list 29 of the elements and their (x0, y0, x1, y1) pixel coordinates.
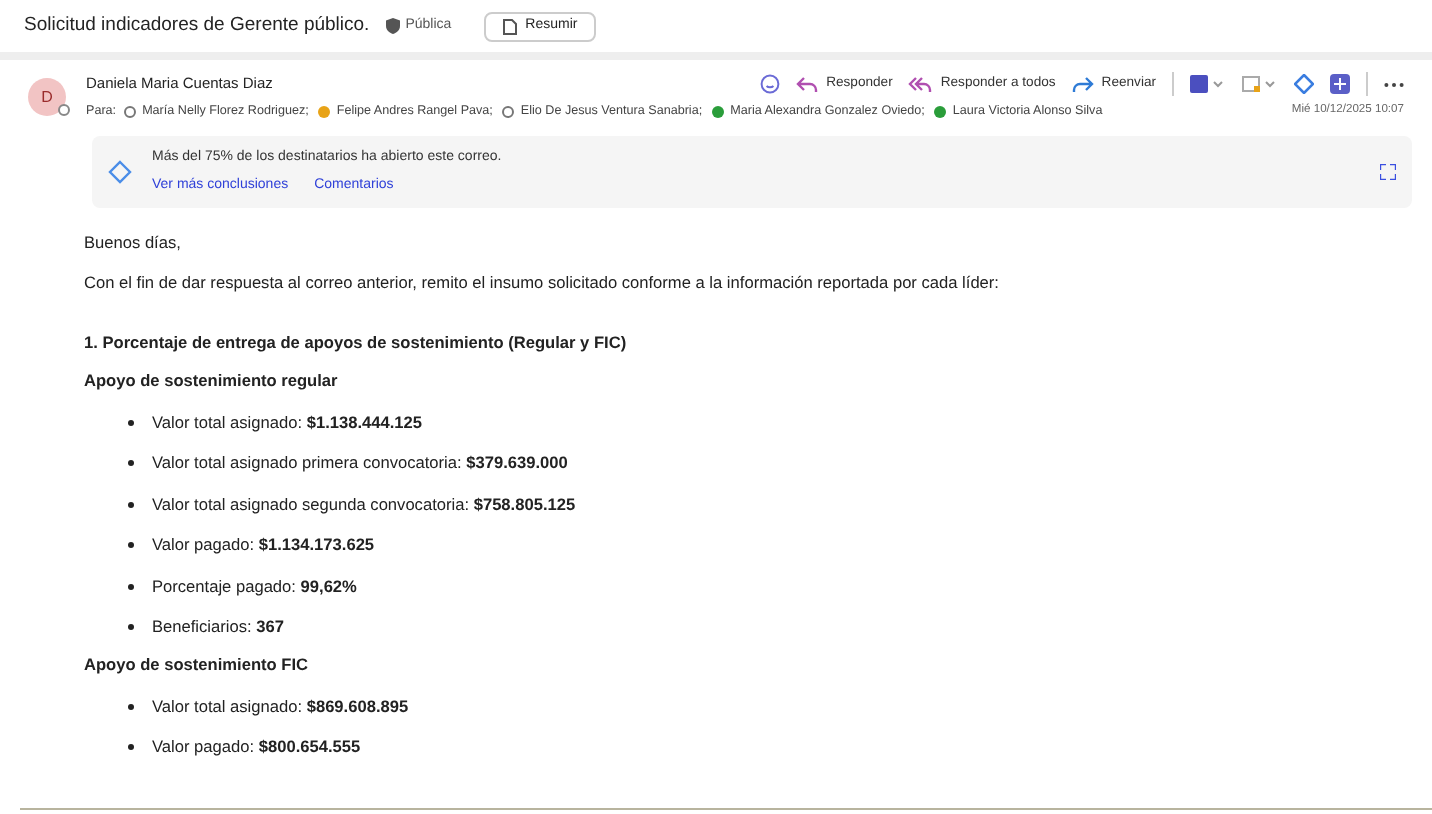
status-ring-icon (502, 105, 515, 118)
reply-all-icon (908, 75, 933, 93)
insights-icon[interactable] (1294, 74, 1314, 94)
subsection-heading: Apoyo de sostenimiento FIC (84, 654, 311, 677)
list-item-text: Valor total asignado: $1.138.444.125 (152, 411, 423, 434)
shield-icon (385, 18, 400, 34)
more-icon[interactable] (1384, 81, 1404, 87)
subsection-heading: Apoyo de sostenimiento regular (84, 370, 340, 393)
presence-icon (58, 104, 70, 116)
list-item-text: Valor total asignado segunda convocatoria: $758.805.125 (152, 493, 576, 516)
subject-title: Solicitud indicadores de Gerente público. (24, 11, 370, 40)
list-item-text: Porcentaje pagado: 99,62% (152, 575, 357, 598)
document-icon (501, 17, 518, 35)
reply-icon (796, 75, 819, 93)
list-item-text: Valor pagado: $1.134.173.625 (152, 534, 375, 557)
list-item-text: Valor total asignado primera convocatoria: $379.639.000 (152, 452, 568, 475)
insights-icon (108, 160, 132, 185)
list-item-text: Valor total asignado: $869.608.895 (152, 695, 409, 718)
section-heading: 1. Porcentaje de entrega de apoyos de sostenimiento (Regular y FIC) (84, 332, 629, 355)
avatar: D (28, 78, 66, 116)
intro-text: Con el fin de dar respuesta al correo anterior, remito el insumo solicitado conforme a la información reportada por cada líder: (84, 272, 1001, 295)
list-item-text: Valor pagado: $800.654.555 (152, 736, 361, 759)
app-icon[interactable] (1190, 74, 1226, 94)
status-ring-icon (124, 105, 137, 118)
expand-icon[interactable] (1380, 164, 1396, 181)
greeting-text: Buenos días, (84, 232, 183, 255)
emoji-icon[interactable] (760, 74, 781, 94)
list-item-text: Beneficiarios: 367 (152, 616, 284, 639)
forward-icon (1071, 75, 1094, 93)
